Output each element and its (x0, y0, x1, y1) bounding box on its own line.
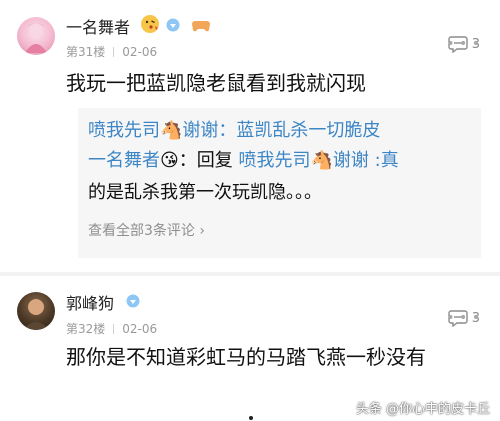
avatar[interactable] (17, 17, 55, 55)
avatar[interactable] (17, 292, 55, 330)
reply-prefix: ：回复 (178, 150, 239, 171)
comment-date: 02-06 (122, 322, 158, 336)
vip-diamond-icon (166, 17, 180, 36)
comment-text: 那你是不知道彩虹马的马踏飞燕一秒没有 (66, 345, 426, 369)
more-options-icon[interactable]: • • • (446, 36, 480, 52)
reply-continuation: 的是乱杀我第一次玩凯隐。。。 (88, 182, 322, 203)
vip-diamond-icon (126, 293, 140, 312)
watermark: 头条 @你心中的皮卡丘 (355, 402, 490, 417)
username[interactable]: 一名舞者 (66, 14, 130, 38)
game-controller-icon (192, 17, 210, 36)
reply-username[interactable]: 喷我先司 (88, 120, 160, 141)
reply-line: 一名舞者😘：回复 喷我先司🐴谢谢 :真 (88, 146, 399, 172)
kiss-emoji-icon: 😘 (160, 150, 179, 171)
reply-line: 喷我先司🐴谢谢：蓝凯乱杀一切脆皮 (88, 116, 380, 142)
view-all-replies-link[interactable]: 查看全部3条评论 › (88, 220, 205, 240)
kiss-emoji-icon (140, 14, 160, 38)
horse-emoji-icon: 🐴 (160, 120, 183, 141)
reply-preview-box[interactable]: 喷我先司🐴谢谢：蓝凯乱杀一切脆皮 一名舞者😘：回复 喷我先司🐴谢谢 :真 的是乱… (78, 108, 481, 258)
comment-item: 一名舞者 第31楼 02-06 3 • • • 我玩一把蓝凯隐老鼠看到我就闪现 喷… (0, 0, 500, 272)
username[interactable]: 郭峰狗 (66, 290, 114, 314)
floor-number: 第32楼 (66, 322, 106, 336)
comment-text: 我玩一把蓝凯隐老鼠看到我就闪现 (66, 71, 366, 95)
reply-username[interactable]: 一名舞者 (88, 150, 160, 171)
floor-number: 第31楼 (66, 45, 106, 59)
reply-target-username[interactable]: 喷我先司 (239, 150, 311, 171)
page-indicator-dot (249, 416, 253, 420)
more-options-icon[interactable]: • • • (446, 310, 480, 326)
reply-tail: 谢谢 :真 (332, 150, 399, 171)
reply-text: 谢谢：蓝凯乱杀一切脆皮 (182, 120, 381, 141)
comment-meta: 第31楼 02-06 (66, 43, 157, 60)
horse-emoji-icon: 🐴 (310, 150, 333, 171)
comment-meta: 第32楼 02-06 (66, 320, 157, 337)
comment-date: 02-06 (122, 45, 158, 59)
